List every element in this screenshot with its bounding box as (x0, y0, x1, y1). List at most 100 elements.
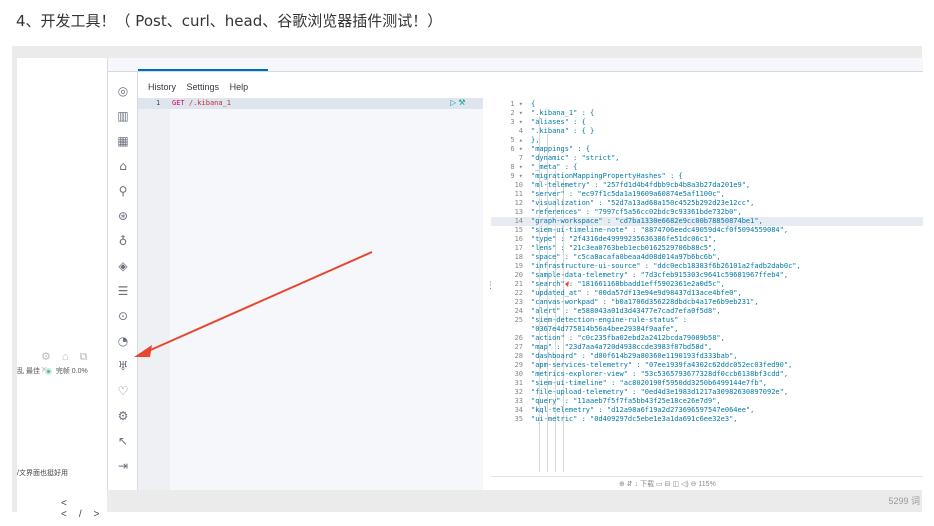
response-line: 17 "lens" : "21c3ea0763beb1ecb0162529706… (491, 244, 923, 253)
response-line-number: 9 ▾ (510, 172, 523, 180)
response-line-text: "alert" : "e588043a01d3d43477e7cad7efa0f… (531, 307, 721, 315)
viewer-toolbar-text: ⊕ ⇵ ↓ 下载 ▭ ⊟ ◫ ◁) ⊖ 115% (619, 481, 716, 488)
response-line: 15 "siem-ui-timeline-note" : "8874706eed… (491, 226, 923, 235)
zoom-right-label: 完帧 0.0% (55, 368, 88, 375)
wrench-icon[interactable]: ⚒ (458, 98, 465, 107)
response-line: 11 "server" : "ec97f1c5da1a19609a60874e5… (491, 190, 923, 199)
response-line: 22 "updated_at" : "00da57df13e94e9d98437… (491, 289, 923, 298)
response-line: 2 ▾ ".kibana_1" : { (491, 109, 923, 118)
menu-history[interactable]: History (148, 82, 176, 92)
response-line: 29 "apm-services-telemetry" : "07ee1939f… (491, 361, 923, 370)
response-line-text: "type" : "2f4316de49999235636386fe51dc06… (531, 235, 717, 243)
response-line-number: 22 (514, 289, 523, 297)
request-line[interactable]: GET /.kibana_1 (172, 99, 231, 107)
response-line: 18 "space" : "c5ca8acafa0beaa4d08d014a97… (491, 253, 923, 262)
response-line: 3 ▾ "aliases" : { (491, 118, 923, 127)
console-menu: History Settings Help (148, 82, 256, 92)
response-line-text: "visualization" : "52d7a13ad68a150c4525b… (531, 199, 755, 207)
map-icon[interactable]: ⚲ (116, 184, 130, 198)
response-line-text: "sample-data-telemetry" : "7d3cfeb915303… (531, 271, 789, 279)
response-line-number: 1 ▾ (510, 100, 523, 108)
response-line-number: 26 (514, 334, 523, 342)
heartbeat-icon[interactable]: ⊙ (116, 309, 130, 323)
response-line-text: "0367e4d775814b56a4bee29384f9aafe", (531, 325, 679, 333)
active-tab-indicator (138, 69, 268, 71)
response-line-number: 8 ▾ (510, 163, 523, 171)
response-line-text: "query" : "11aaeb7f5f7fa5bb43f25e18ce26e… (531, 397, 721, 405)
response-line-number: 31 (514, 379, 523, 387)
response-line: 35 "ui-metric" : "0d409297dc5ebe1e3a1da6… (491, 415, 923, 424)
response-line-text: { (531, 100, 536, 108)
response-line: 13 "references" : "7997cf5a56cc02bdc9c93… (491, 208, 923, 217)
editor-gutter (138, 98, 170, 490)
response-line-text: "_meta" : { (531, 163, 578, 171)
response-line: 10 "ml-telemetry" : "257fd1d4b4fdbb9cb4b… (491, 181, 923, 190)
response-line-number: 30 (514, 370, 523, 378)
response-line-number: 17 (514, 244, 523, 252)
response-line-number: 29 (514, 361, 523, 369)
request-editor[interactable]: 1 GET /.kibana_1 ▷ ⚒ (138, 98, 483, 490)
response-line-text: "dashboard" : "d00f614b29a80360e1190193f… (531, 352, 738, 360)
response-line-text: "dynamic" : "strict", (531, 154, 620, 162)
response-line-number: 7 (518, 154, 523, 162)
response-line-text: "canvas-workpad" : "b0a1706d356228dbdcb4… (531, 298, 759, 306)
response-line-text: "space" : "c5ca8acafa0beaa4d08d014a97b6b… (531, 253, 721, 261)
response-line-text: "map" : "23d7aa4a720d4938ccde3983f87bd58… (531, 343, 713, 351)
response-line: 6 ▾ "mappings" : { (491, 145, 923, 154)
response-line-text: "infrastructure-ui-source" : "ddc0ecb183… (531, 262, 801, 270)
dashboard-icon[interactable]: ▦ (116, 134, 130, 148)
response-output: 1 ▾ {2 ▾ ".kibana_1" : {3 ▾ "aliases" : {… (491, 98, 923, 474)
code-nav[interactable]: < </> (61, 498, 111, 520)
collapse-icon[interactable]: ⇥ (116, 459, 130, 473)
response-line-number: 13 (514, 208, 523, 216)
response-line: 9 ▾ "migrationMappingPropertyHashes" : { (491, 172, 923, 181)
management-icon[interactable]: ⚙ (116, 409, 130, 423)
request-actions[interactable]: ▷ ⚒ (450, 98, 466, 107)
devtools-icon[interactable]: ♅ (116, 359, 130, 373)
menu-help[interactable]: Help (230, 82, 249, 92)
bank-icon[interactable]: ⌂ (116, 159, 130, 173)
apm-icon[interactable]: ♁ (116, 234, 130, 248)
ml-icon[interactable]: ⊛ (116, 209, 130, 223)
response-line-number: 25 (514, 316, 523, 324)
response-line-number: 15 (514, 226, 523, 234)
response-line: 31 "siem-ui-timeline" : "ac8020190f5950d… (491, 379, 923, 388)
response-line: 21 "search" : "181661168bbadd1eff5902361… (491, 280, 923, 289)
graph-icon[interactable]: ◔ (116, 334, 130, 348)
response-line-number: 32 (514, 388, 523, 396)
response-line: 26 "action" : "c0c235fba02ebd2a2412bcda7… (491, 334, 923, 343)
response-line-text: "migrationMappingPropertyHashes" : { (531, 172, 683, 180)
logs-icon[interactable]: ☰ (116, 284, 130, 298)
uptime-icon[interactable]: ◈ (116, 259, 130, 273)
viewer-toolbar[interactable]: ⊕ ⇵ ↓ 下载 ▭ ⊟ ◫ ◁) ⊖ 115% (491, 476, 923, 490)
menu-settings[interactable]: Settings (187, 82, 220, 92)
response-line-number: 4 (518, 127, 523, 135)
response-line-number: 18 (514, 253, 523, 261)
response-line-number: 34 (514, 406, 523, 414)
play-icon[interactable]: ▷ (450, 98, 456, 107)
compass-icon[interactable]: ◎ (116, 84, 130, 98)
response-line-text: }, (531, 136, 540, 144)
response-line-number: 14 (514, 217, 523, 225)
request-method: GET (172, 99, 185, 107)
stack-monitoring-icon[interactable]: ♡ (116, 384, 130, 398)
kibana-app: ◎ ▥ ▦ ⌂ ⚲ ⊛ ♁ ◈ ☰ ⊙ ◔ ♅ ♡ ⚙ ↖ ⇥ History … (107, 58, 923, 490)
response-line-number: 10 (514, 181, 523, 189)
response-line-number: 5 ▴ (510, 136, 523, 144)
response-line-text: "ml-telemetry" : "257fd1d4b4fdbb9cb4b8a3… (531, 181, 751, 189)
response-line: 20 "sample-data-telemetry" : "7d3cfeb915… (491, 271, 923, 280)
response-line: 24 "alert" : "e588043a01d3d43477e7cad7ef… (491, 307, 923, 316)
response-line: 23 "canvas-workpad" : "b0a1706d356228dbd… (491, 298, 923, 307)
response-line-number: 12 (514, 199, 523, 207)
response-line-number: 23 (514, 298, 523, 306)
response-line-text: "action" : "c0c235fba02ebd2a2412bcda7900… (531, 334, 725, 342)
response-line-text: "metrics-explorer-view" : "53c5365793677… (531, 370, 789, 378)
zoom-status: 乱 最佳 完帧 0.0% (17, 366, 88, 376)
response-line: 30 "metrics-explorer-view" : "53c5365793… (491, 370, 923, 379)
response-line: 4 ".kibana" : { } (491, 127, 923, 136)
chart-icon[interactable]: ▥ (116, 109, 130, 123)
cursor-icon: ↖ (117, 434, 129, 448)
response-line-number: 3 ▾ (510, 118, 523, 126)
response-line: 28 "dashboard" : "d00f614b29a80360e11901… (491, 352, 923, 361)
response-line-text: ".kibana_1" : { (531, 109, 595, 117)
